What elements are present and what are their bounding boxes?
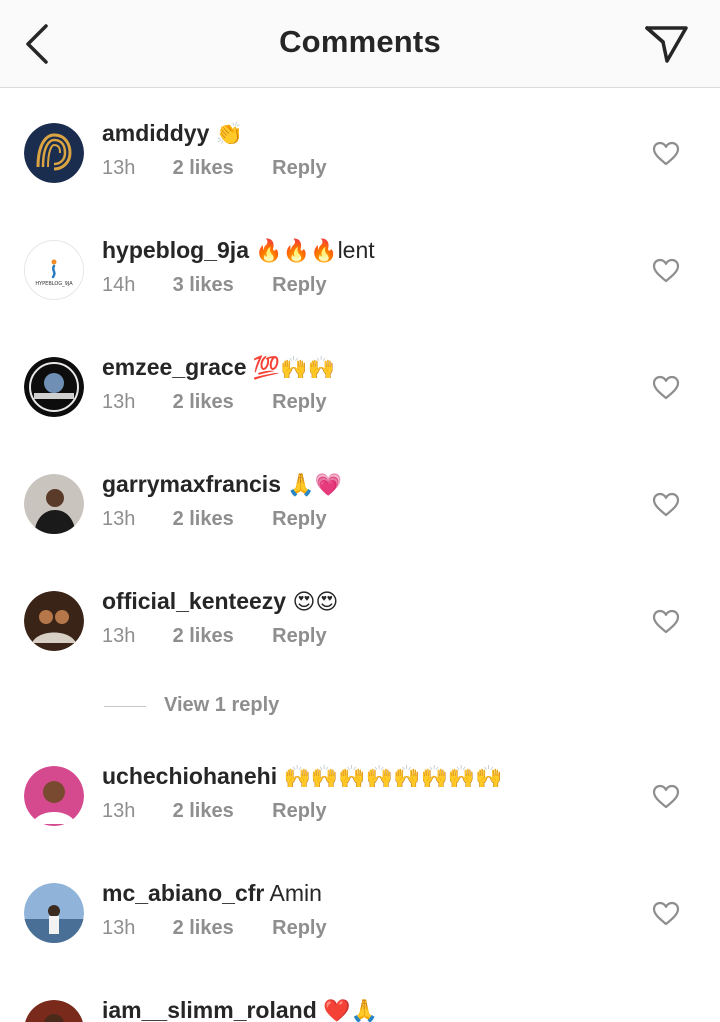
avatar[interactable] [24, 1000, 84, 1022]
comment-emoji: 👏 [215, 122, 244, 147]
avatar[interactable] [24, 357, 84, 417]
comment-meta: 14h 3 likes Reply [102, 274, 327, 297]
view-replies-label: View 1 reply [164, 694, 280, 716]
reply-button[interactable]: Reply [272, 917, 326, 940]
comment-line: hypeblog_9ja 🔥🔥🔥lent [102, 235, 375, 267]
comment-meta: 13h 2 likes Reply [102, 508, 327, 531]
comment-meta: 13h 2 likes Reply [102, 917, 327, 940]
comment-meta: 13h 2 likes Reply [102, 800, 327, 823]
like-button[interactable] [652, 492, 680, 518]
like-button[interactable] [652, 609, 680, 635]
comment-item: official_kenteezy 😍😍 13h 2 likes Reply [0, 586, 720, 689]
comment-username[interactable]: garrymaxfrancis [102, 471, 281, 497]
comment-meta: 13h 2 likes Reply [102, 625, 327, 648]
header-bar: Comments [0, 0, 720, 88]
like-button[interactable] [652, 901, 680, 927]
comment-item: HYPEBLOG_9JA hypeblog_9ja 🔥🔥🔥lent 14h 3 … [0, 235, 720, 338]
heart-icon [652, 609, 680, 634]
comment-likes[interactable]: 2 likes [173, 625, 267, 648]
comment-emoji: 🙌🙌🙌🙌🙌🙌🙌🙌 [283, 765, 503, 790]
paper-plane-icon [645, 26, 688, 63]
comment-username[interactable]: official_kenteezy [102, 588, 286, 614]
comment-emoji: 🔥🔥🔥 [255, 239, 338, 264]
comment-line: garrymaxfrancis 🙏💗 [102, 469, 342, 501]
like-button[interactable] [652, 375, 680, 401]
avatar[interactable] [24, 591, 84, 651]
comment-likes[interactable]: 2 likes [173, 917, 267, 940]
reply-button[interactable]: Reply [272, 800, 326, 823]
heart-icon [652, 492, 680, 517]
comment-emoji: 😍😍 [292, 590, 339, 615]
comment-time: 13h [102, 157, 136, 179]
comment-username[interactable]: mc_abiano_cfr [102, 880, 264, 906]
heart-icon [652, 141, 680, 166]
heart-icon [652, 258, 680, 283]
comment-likes[interactable]: 3 likes [173, 274, 267, 297]
avatar[interactable]: HYPEBLOG_9JA [24, 240, 84, 300]
comment-line: official_kenteezy 😍😍 [102, 586, 338, 618]
heart-icon [652, 375, 680, 400]
comment-username[interactable]: hypeblog_9ja [102, 237, 249, 263]
comment-likes[interactable]: 2 likes [173, 157, 267, 180]
comment-item: emzee_grace 💯🙌🙌 13h 2 likes Reply [0, 352, 720, 455]
comment-username[interactable]: uchechiohanehi [102, 763, 277, 789]
comment-item: uchechiohanehi 🙌🙌🙌🙌🙌🙌🙌🙌 13h 2 likes Repl… [0, 761, 720, 864]
comment-item: amdiddyy 👏 13h 2 likes Reply [0, 118, 720, 221]
comment-likes[interactable]: 2 likes [173, 391, 267, 414]
comment-emoji: 💯🙌🙌 [252, 356, 336, 381]
like-button[interactable] [652, 784, 680, 810]
reply-button[interactable]: Reply [272, 157, 326, 180]
comment-username[interactable]: emzee_grace [102, 354, 247, 380]
comment-item: mc_abiano_cfr Amin 13h 2 likes Reply [0, 878, 720, 981]
comment-item: garrymaxfrancis 🙏💗 13h 2 likes Reply [0, 469, 720, 572]
comment-meta: 13h 2 likes Reply [102, 391, 327, 414]
comment-time: 13h [102, 917, 136, 939]
reply-button[interactable]: Reply [272, 391, 326, 414]
reply-button[interactable]: Reply [272, 625, 326, 648]
like-button[interactable] [652, 258, 680, 284]
comment-time: 13h [102, 625, 136, 647]
divider-line [104, 706, 146, 707]
comment-line: amdiddyy 👏 [102, 118, 243, 150]
comment-time: 13h [102, 508, 136, 530]
comment-item: iam__slimm_roland ❤️🙏 [0, 998, 720, 1022]
avatar[interactable] [24, 474, 84, 534]
comment-username[interactable]: amdiddyy [102, 120, 209, 146]
comment-likes[interactable]: 2 likes [173, 508, 267, 531]
comment-meta: 13h 2 likes Reply [102, 157, 327, 180]
comment-time: 13h [102, 800, 136, 822]
like-button[interactable] [652, 141, 680, 167]
comment-likes[interactable]: 2 likes [173, 800, 267, 823]
heart-icon [652, 901, 680, 926]
page-title: Comments [279, 24, 441, 59]
heart-icon [652, 784, 680, 809]
comment-text: lent [337, 237, 375, 263]
comment-emoji: ❤️🙏 [323, 999, 378, 1022]
avatar[interactable] [24, 883, 84, 943]
comment-line: iam__slimm_roland ❤️🙏 [102, 998, 378, 1022]
comment-emoji: 🙏💗 [287, 473, 343, 498]
comment-text: Amin [269, 880, 322, 906]
comment-line: uchechiohanehi 🙌🙌🙌🙌🙌🙌🙌🙌 [102, 761, 503, 793]
reply-button[interactable]: Reply [272, 274, 326, 297]
share-button[interactable] [640, 20, 692, 68]
avatar[interactable] [24, 766, 84, 826]
comment-username[interactable]: iam__slimm_roland [102, 998, 317, 1022]
reply-button[interactable]: Reply [272, 508, 326, 531]
svg-text:HYPEBLOG_9JA: HYPEBLOG_9JA [35, 281, 73, 287]
comment-time: 13h [102, 391, 136, 413]
comment-line: emzee_grace 💯🙌🙌 [102, 352, 335, 384]
avatar[interactable] [24, 123, 84, 183]
comment-line: mc_abiano_cfr Amin [102, 878, 322, 908]
comment-time: 14h [102, 274, 136, 296]
